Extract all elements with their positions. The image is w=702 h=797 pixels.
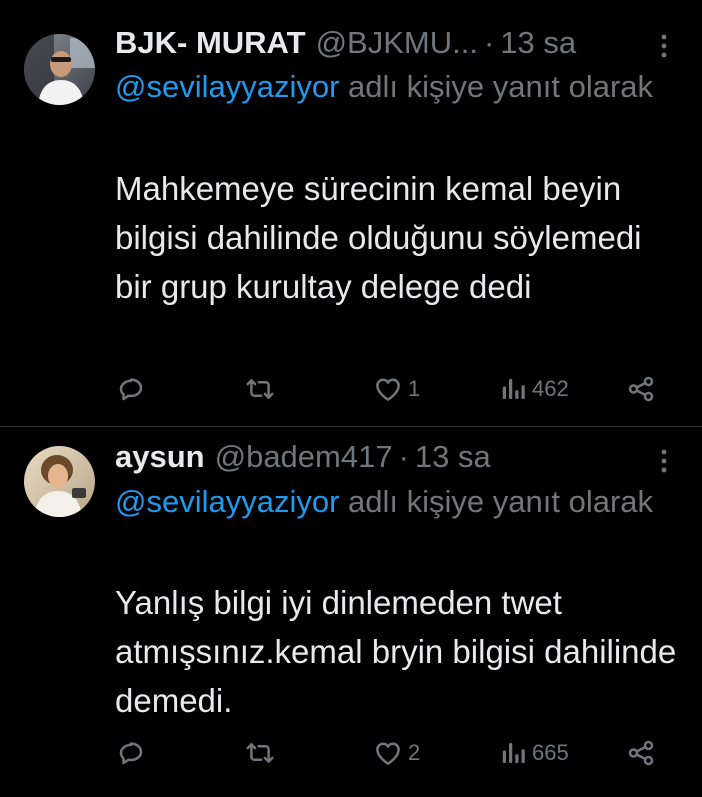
separator-dot: · bbox=[483, 25, 495, 60]
separator-dot: · bbox=[398, 439, 409, 474]
reply-icon bbox=[116, 738, 146, 768]
retweet-icon bbox=[244, 738, 276, 768]
tweet[interactable]: aysun @badem417 · 13 sa @sevilayyaziyor … bbox=[0, 427, 702, 797]
reply-context: @sevilayyaziyor adlı kişiye yanıt olarak bbox=[115, 479, 675, 525]
share-button[interactable] bbox=[626, 369, 656, 409]
user-handle[interactable]: @BJKMU... bbox=[316, 25, 478, 61]
like-icon bbox=[373, 738, 403, 768]
avatar[interactable] bbox=[24, 34, 95, 105]
share-button[interactable] bbox=[626, 733, 656, 773]
more-icon[interactable] bbox=[656, 447, 672, 475]
tweet-text: Yanlış bilgi iyi dinlemeden twet atmışsı… bbox=[115, 584, 677, 719]
mention-link[interactable]: @sevilayyaziyor bbox=[115, 484, 339, 519]
like-button[interactable]: 2 bbox=[373, 733, 420, 773]
tweet-header: BJK- MURAT @BJKMU... · 13 sa bbox=[115, 23, 576, 63]
views-icon bbox=[501, 374, 527, 404]
view-count: 665 bbox=[532, 740, 569, 765]
like-icon bbox=[373, 374, 403, 404]
more-icon[interactable] bbox=[656, 32, 672, 60]
tweet-header: aysun @badem417 · 13 sa bbox=[115, 437, 491, 477]
timestamp[interactable]: 13 sa bbox=[500, 25, 576, 61]
action-bar: 2 665 bbox=[0, 733, 702, 773]
display-name[interactable]: BJK- MURAT bbox=[115, 25, 306, 61]
share-icon bbox=[626, 374, 656, 404]
mention-link[interactable]: @sevilayyaziyor bbox=[115, 69, 339, 104]
reply-context-text: adlı kişiye yanıt olarak bbox=[348, 484, 654, 519]
view-count: 462 bbox=[532, 376, 569, 401]
views-icon bbox=[501, 738, 527, 768]
tweet-text: Mahkemeye sürecinin kemal beyin bilgisi … bbox=[115, 170, 642, 305]
display-name[interactable]: aysun bbox=[115, 439, 205, 475]
reply-context: @sevilayyaziyor adlı kişiye yanıt olarak bbox=[115, 64, 675, 110]
views-button[interactable]: 665 bbox=[501, 733, 569, 773]
tweet[interactable]: BJK- MURAT @BJKMU... · 13 sa @sevilayyaz… bbox=[0, 0, 702, 427]
reply-context-text: adlı kişiye yanıt olarak bbox=[348, 69, 654, 104]
share-icon bbox=[626, 738, 656, 768]
like-count: 1 bbox=[408, 376, 421, 401]
like-count: 2 bbox=[408, 740, 421, 765]
reply-icon bbox=[116, 374, 146, 404]
avatar[interactable] bbox=[24, 446, 95, 517]
timestamp[interactable]: 13 sa bbox=[415, 439, 491, 475]
like-button[interactable]: 1 bbox=[373, 369, 420, 409]
reply-button[interactable] bbox=[116, 369, 151, 409]
retweet-button[interactable] bbox=[244, 733, 281, 773]
retweet-button[interactable] bbox=[244, 369, 281, 409]
reply-button[interactable] bbox=[116, 733, 151, 773]
user-handle[interactable]: @badem417 bbox=[215, 439, 393, 475]
views-button[interactable]: 462 bbox=[501, 369, 569, 409]
action-bar: 1 462 bbox=[0, 369, 702, 409]
retweet-icon bbox=[244, 374, 276, 404]
